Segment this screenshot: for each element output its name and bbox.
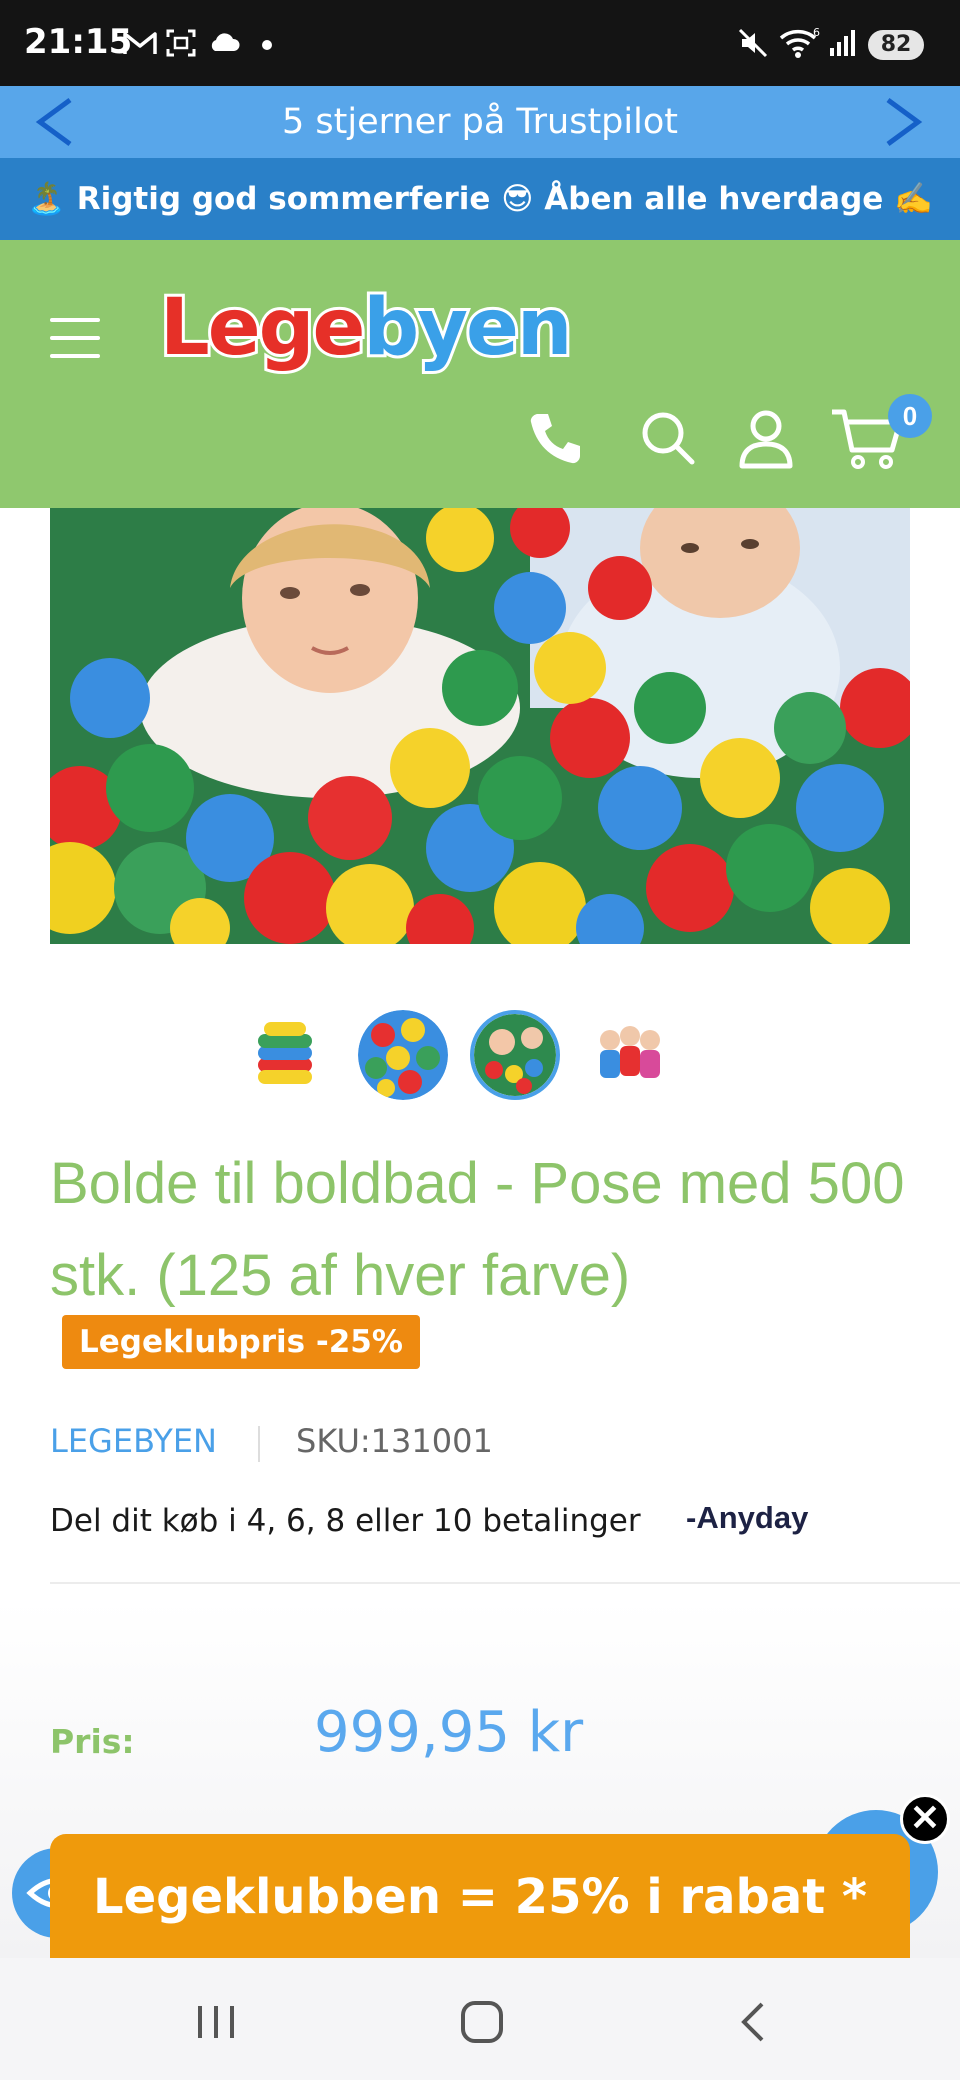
- cloud-icon: [211, 33, 240, 51]
- gmail-icon: [123, 32, 157, 54]
- vendor-link[interactable]: LEGEBYEN: [50, 1422, 217, 1460]
- announcement-text: 🏝️ Rigtig god sommerferie 😎 Åben alle hv…: [27, 181, 933, 217]
- legeklub-price-badge: Legeklubpris -25%: [62, 1315, 420, 1369]
- trustpilot-text[interactable]: 5 stjerner på Trustpilot: [0, 86, 960, 158]
- divider: [50, 1582, 960, 1584]
- installments-text[interactable]: Del dit køb i 4, 6, 8 eller 10 betalinge…: [50, 1503, 641, 1539]
- price-label: Pris:: [50, 1722, 135, 1761]
- phone-icon[interactable]: [526, 408, 586, 468]
- thumbnail-balls-closeup[interactable]: [358, 1010, 448, 1100]
- search-icon[interactable]: [638, 408, 698, 468]
- status-time: 21:15: [24, 22, 133, 62]
- logo-part-en: en: [463, 280, 575, 376]
- thumbnail-ball-bag[interactable]: [240, 1010, 330, 1100]
- kids-group-thumb: [584, 1010, 674, 1100]
- product-title: Bolde til boldbad - Pose med 500 stk. (1…: [50, 1151, 905, 1308]
- product-sku: SKU:131001: [296, 1422, 493, 1460]
- close-promo-button[interactable]: ✕: [900, 1794, 950, 1844]
- signal-icon: [830, 30, 855, 56]
- cart-count-badge[interactable]: 0: [888, 394, 932, 438]
- thumbnail-kids-group[interactable]: [584, 1010, 674, 1100]
- trustpilot-bar: 5 stjerner på Trustpilot: [0, 86, 960, 158]
- svg-text:6: 6: [813, 26, 820, 39]
- thumbnail-kids-in-balls[interactable]: [470, 1010, 560, 1100]
- anyday-logo[interactable]: -Anyday: [686, 1500, 808, 1536]
- vendor-sku-divider: [258, 1426, 260, 1462]
- notification-dot-icon: [262, 40, 272, 50]
- ball-pit-photo: [50, 508, 910, 944]
- product-price: 999,95 kr: [314, 1700, 584, 1765]
- screenshot-icon: [166, 29, 196, 57]
- logo-part-lege: Lege: [157, 280, 368, 376]
- ball-bag-thumb: [240, 1010, 330, 1100]
- kids-in-balls-thumb: [474, 1014, 556, 1096]
- legeklubben-promo-banner[interactable]: Legeklubben = 25% i rabat *: [50, 1834, 910, 1960]
- menu-icon[interactable]: [48, 316, 102, 360]
- back-icon[interactable]: [734, 2000, 774, 2044]
- announcement-bar: 🏝️ Rigtig god sommerferie 😎 Åben alle hv…: [0, 158, 960, 240]
- balls-closeup-thumb: [358, 1010, 448, 1100]
- mute-icon: [738, 28, 768, 58]
- system-nav-bar: [0, 1958, 960, 2080]
- legebyen-logo[interactable]: Legebyen: [157, 278, 575, 396]
- product-main-image[interactable]: [50, 508, 910, 944]
- account-icon[interactable]: [736, 406, 796, 470]
- battery-indicator: 82: [868, 30, 924, 60]
- anyday-logo-text: Anyday: [696, 1500, 809, 1535]
- logo-part-by: by: [360, 280, 471, 376]
- recent-apps-icon[interactable]: [192, 2002, 240, 2042]
- chevron-right-icon[interactable]: [876, 96, 928, 148]
- wifi-icon: 6: [779, 26, 820, 58]
- status-bar: 21:15 6 82: [0, 0, 960, 86]
- home-icon[interactable]: [458, 1998, 506, 2046]
